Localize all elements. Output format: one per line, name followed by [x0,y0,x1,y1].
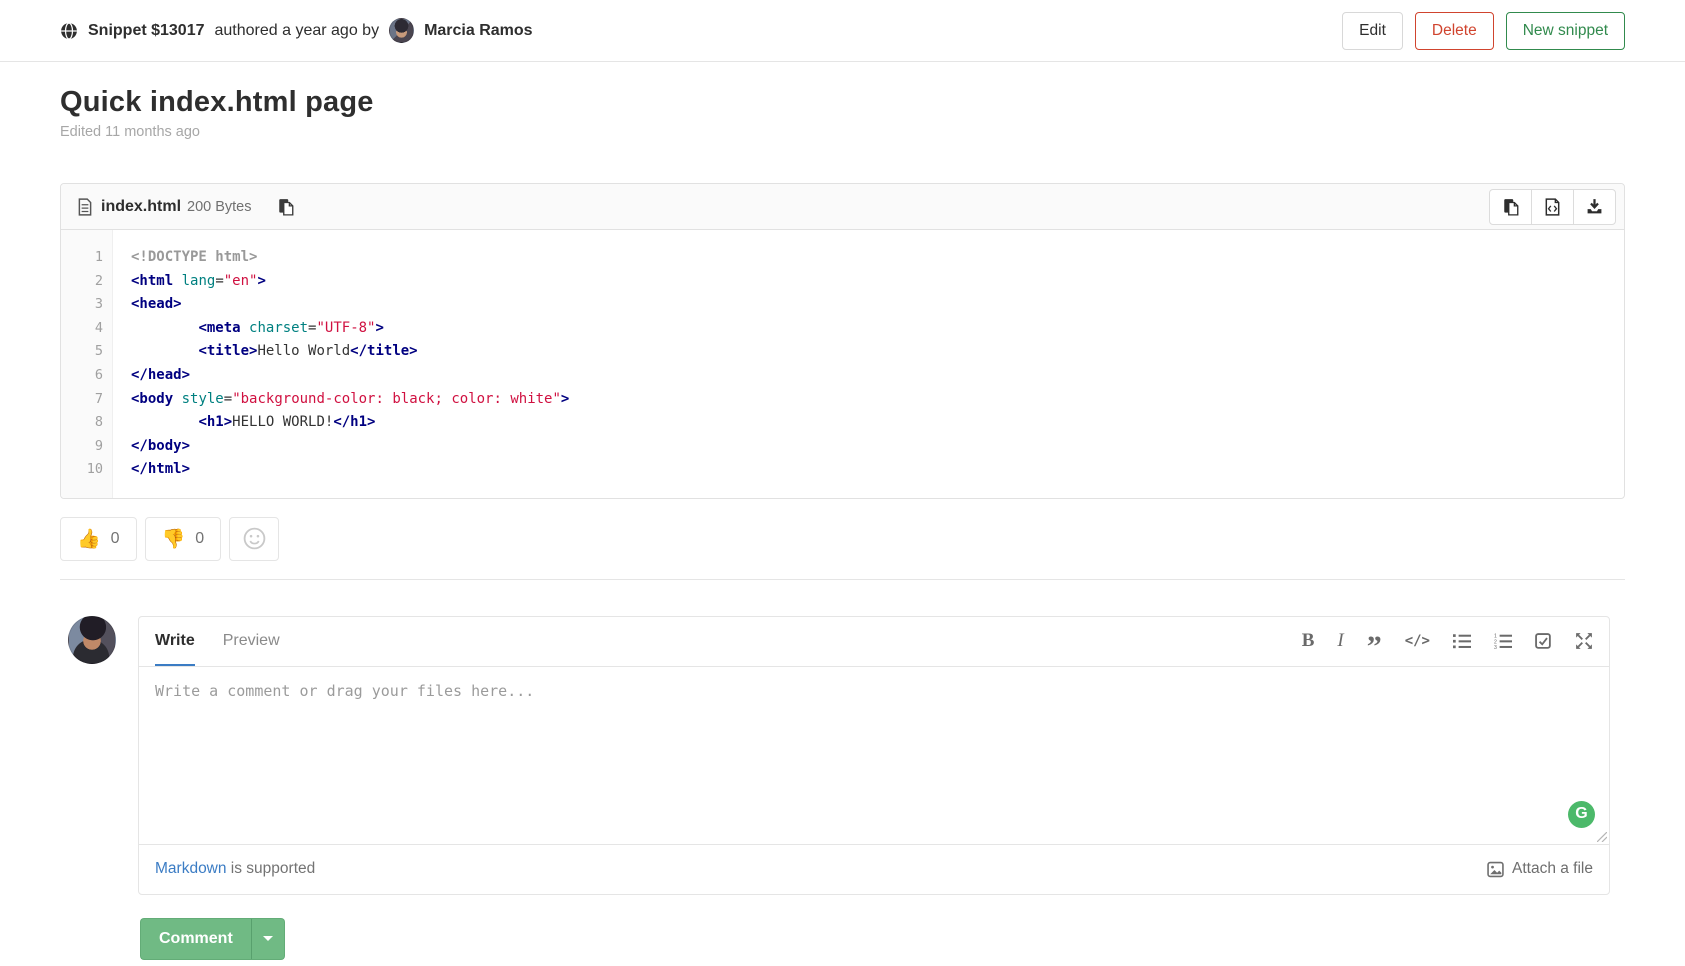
authored-text: authored a year ago by [215,22,380,40]
fullscreen-icon [1575,632,1593,650]
smiley-icon [243,527,266,550]
delete-button[interactable]: Delete [1415,12,1494,50]
open-raw-button[interactable] [1531,189,1574,225]
attach-label: Attach a file [1512,860,1593,878]
code-line: <meta charset="UTF-8"> [131,317,1608,341]
author-name[interactable]: Marcia Ramos [424,22,533,40]
download-icon [1586,198,1603,215]
svg-text:3: 3 [1494,645,1497,649]
attach-a-file[interactable]: Attach a file [1487,860,1593,878]
tab-preview[interactable]: Preview [223,616,280,666]
file-name: index.html [101,198,181,216]
code-line: <h1>HELLO WORLD!</h1> [131,411,1608,435]
thumbs-down-button[interactable]: 👎 0 [145,517,222,561]
file-header: index.html 200 Bytes [61,184,1624,230]
snippet-id: Snippet $13017 [88,22,205,40]
author-avatar[interactable] [389,18,414,43]
copy-icon [278,198,294,216]
copy-contents-button[interactable] [1489,189,1532,225]
code-lines: <!DOCTYPE html><html lang="en"><head> <m… [113,230,1624,498]
markdown-editor-footer: Markdown is supported Attach a file [139,844,1609,894]
snippet-header-bar: Snippet $13017 authored a year ago by Ma… [0,0,1685,62]
bold-button[interactable]: B [1302,629,1315,653]
file-actions-group [1489,189,1616,225]
thumbs-up-icon: 👍 [77,527,101,551]
line-number[interactable]: 5 [61,340,103,364]
new-snippet-button[interactable]: New snippet [1506,12,1625,50]
markdown-supported-text: Markdown is supported [155,860,315,878]
fullscreen-button[interactable] [1575,629,1593,653]
line-number[interactable]: 1 [61,246,103,270]
code-line: <title>Hello World</title> [131,340,1608,364]
code-viewer: 12345678910 <!DOCTYPE html><html lang="e… [61,230,1624,498]
bullet-list-button[interactable] [1453,629,1471,653]
snippet-actions: Edit Delete New snippet [1342,12,1625,50]
comment-options-dropdown[interactable] [251,918,285,960]
edit-button[interactable]: Edit [1342,12,1403,50]
thumbs-up-button[interactable]: 👍 0 [60,517,137,561]
line-number[interactable]: 7 [61,388,103,412]
code-button[interactable]: </> [1405,629,1430,653]
tab-write[interactable]: Write [155,616,195,666]
thumbs-down-icon: 👎 [162,527,186,551]
line-number[interactable]: 9 [61,435,103,459]
copy-file-path-button[interactable] [278,198,294,216]
task-list-button[interactable] [1535,629,1552,653]
resize-handle[interactable] [1597,832,1607,842]
open-raw-icon [1544,198,1561,216]
grammarly-icon[interactable]: G [1568,801,1595,828]
download-button[interactable] [1573,189,1616,225]
caret-down-icon [263,936,273,941]
line-number[interactable]: 3 [61,293,103,317]
code-line: </head> [131,364,1608,388]
submit-row: Comment [140,918,1625,960]
code-line: </html> [131,458,1608,482]
numbered-list-icon: 1 2 3 [1494,633,1512,649]
markdown-toolbar: B I ” </> [1302,629,1593,653]
attach-image-icon [1487,861,1504,878]
line-number[interactable]: 6 [61,364,103,388]
italic-button[interactable]: I [1337,629,1343,653]
file-card: index.html 200 Bytes [60,183,1625,499]
markdown-link[interactable]: Markdown [155,860,227,877]
bullet-list-icon [1453,633,1471,649]
line-number[interactable]: 8 [61,411,103,435]
code-line: </body> [131,435,1608,459]
numbered-list-button[interactable]: 1 2 3 [1494,629,1512,653]
snippet-meta: Snippet $13017 authored a year ago by Ma… [60,18,533,43]
code-line: <!DOCTYPE html> [131,246,1608,270]
code-line: <html lang="en"> [131,270,1608,294]
task-list-icon [1535,633,1552,650]
markdown-editor-header: Write Preview B I ” </> [139,617,1609,667]
thumbs-down-count: 0 [195,530,204,548]
current-user-avatar [68,616,116,664]
quote-button[interactable]: ” [1367,629,1382,653]
file-icon [77,198,93,216]
line-numbers: 12345678910 [61,230,113,498]
comment-form-row: Write Preview B I ” </> [60,580,1625,895]
edited-timestamp: Edited 11 months ago [60,124,1625,140]
globe-icon [60,22,78,40]
copy-contents-icon [1503,198,1519,216]
code-line: <body style="background-color: black; co… [131,388,1608,412]
comment-submit-button[interactable]: Comment [140,918,251,960]
thumbs-up-count: 0 [111,530,120,548]
markdown-write-area: G [139,667,1609,844]
add-reaction-button[interactable] [229,517,279,561]
comment-editor: Write Preview B I ” </> [138,616,1610,895]
file-size: 200 Bytes [187,199,252,215]
award-emoji-block: 👍 0 👎 0 [60,517,1625,561]
line-number[interactable]: 10 [61,458,103,482]
line-number[interactable]: 2 [61,270,103,294]
page-title: Quick index.html page [60,86,1625,119]
code-line: <head> [131,293,1608,317]
comment-textarea[interactable] [139,667,1609,844]
line-number[interactable]: 4 [61,317,103,341]
